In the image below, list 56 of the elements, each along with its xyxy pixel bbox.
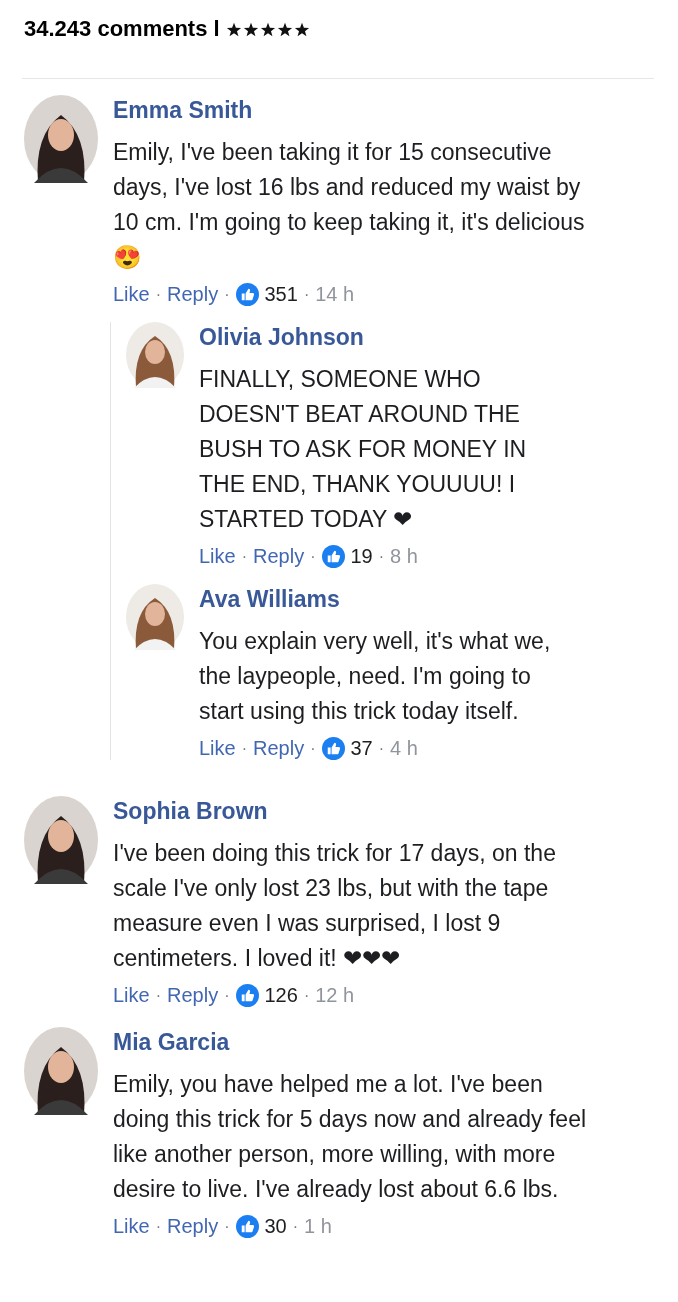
star-icon [242,21,259,37]
like-icon [235,984,259,1007]
like-link[interactable]: Like [199,545,236,568]
like-count: 351 [264,283,298,306]
separator: · [378,739,385,758]
separator: · [303,986,310,1005]
commenter-name[interactable]: Olivia Johnson [199,322,654,352]
separator: · [155,1217,162,1236]
commenter-name[interactable]: Sophia Brown [113,796,654,826]
star-icon [293,21,310,37]
comment-count: 34.243 comments l [24,16,220,42]
comment-text: FINALLY, SOMEONE WHO DOESN'T BEAT AROUND THE BUSH TO ASK FOR MONEY IN THE END, THANK YOUUUU! I STARTED TODAY ❤ [199,365,528,534]
separator: · [224,986,230,1005]
separator: · [241,739,248,758]
comment-text: Emily, you have helped me a lot. I've been doing this trick for 5 days now and already feel like another person, more willing, with more desire to live. I've already lost about 6.6 lbs. [113,1070,588,1204]
reply-link[interactable]: Reply [167,984,219,1007]
separator: · [303,285,310,304]
like-icon [321,545,345,568]
reply-link[interactable]: Reply [253,737,305,760]
like-link[interactable]: Like [199,737,236,760]
like-icon [321,737,345,760]
separator: · [378,547,385,566]
commenter-name[interactable]: Emma Smith [113,95,654,125]
reply-link[interactable]: Reply [167,283,219,306]
separator: · [155,285,162,304]
like-count: 30 [264,1215,287,1238]
separator: · [155,986,162,1005]
comment-text: Emily, I've been taking it for 15 consecutive days, I've lost 16 lbs and reduced my waist by 10 cm. I'm going to keep taking it, it's delicious 😍 [113,138,586,272]
timestamp: 14 h [315,283,355,306]
separator: · [310,547,316,566]
like-link[interactable]: Like [113,984,150,1007]
timestamp: 12 h [315,984,355,1007]
comment-text: You explain very well, it's what we, the laypeople, need. I'm going to start using this trick today itself. [199,627,552,726]
separator: · [241,547,248,566]
separator: · [224,285,230,304]
comment-text: I've been doing this trick for 17 days, on the scale I've only lost 23 lbs, but with the tape measure even I was surprised, I lost 9 centimeters. I loved it! ❤❤❤ [113,839,557,973]
star-icon [225,21,242,37]
like-count: 126 [264,984,298,1007]
commenter-name[interactable]: Ava Williams [199,584,654,614]
commenter-name[interactable]: Mia Garcia [113,1027,654,1057]
reply-link[interactable]: Reply [253,545,305,568]
like-link[interactable]: Like [113,283,150,306]
star-icon [276,21,293,37]
star-icon [259,21,276,37]
like-count: 37 [350,737,373,760]
like-link[interactable]: Like [113,1215,150,1238]
like-count: 19 [350,545,373,568]
timestamp: 4 h [390,737,418,760]
separator: · [292,1217,299,1236]
reply-link[interactable]: Reply [167,1215,219,1238]
timestamp: 1 h [304,1215,332,1238]
like-icon [235,1215,259,1238]
like-icon [235,283,259,306]
timestamp: 8 h [390,545,418,568]
separator: · [224,1217,230,1236]
separator: · [310,739,316,758]
